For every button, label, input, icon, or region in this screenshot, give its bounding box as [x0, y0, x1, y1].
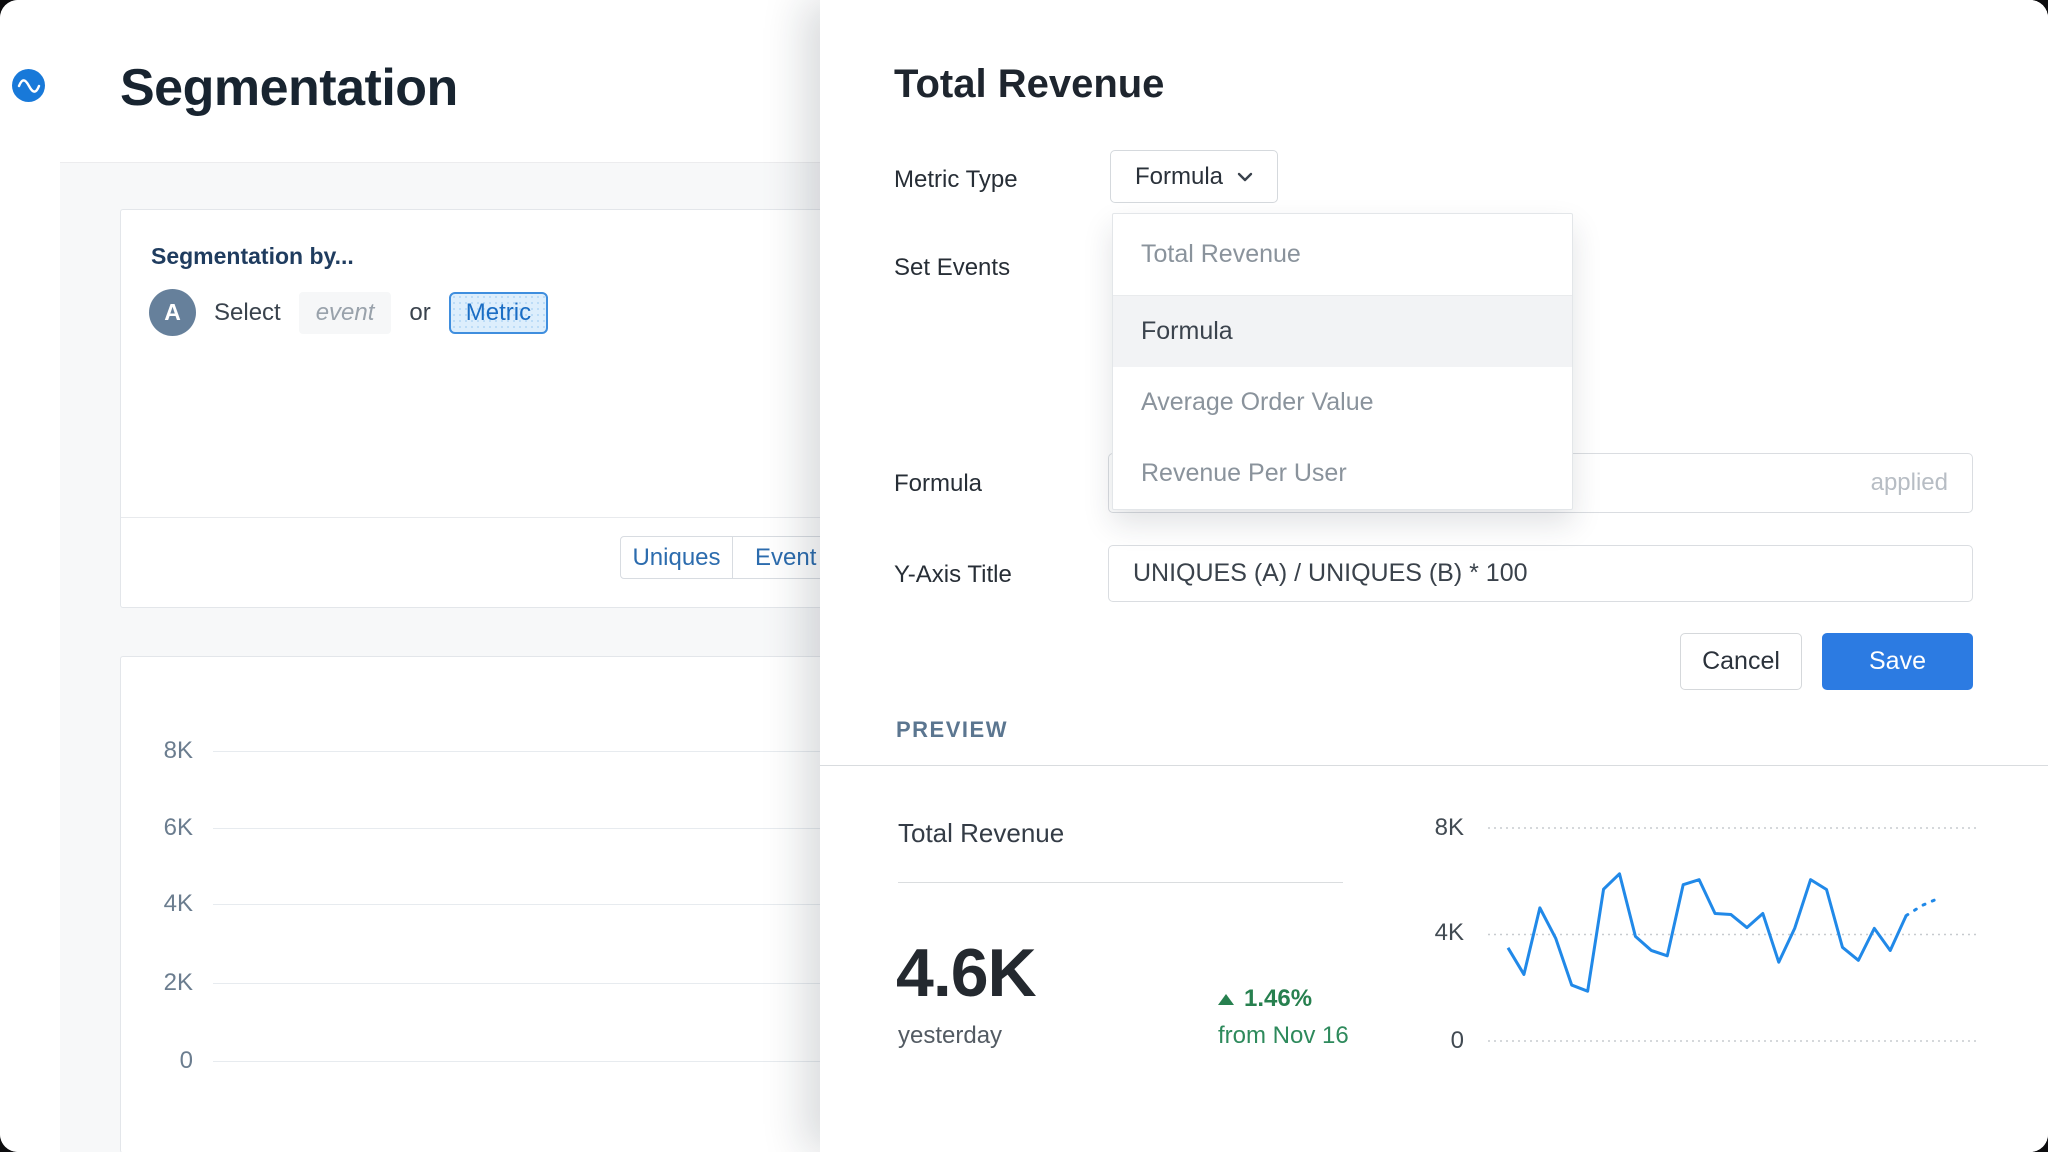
preview-big-value: 4.6K [896, 934, 1036, 1012]
segmentation-card: Segmentation by... A Select event or Met… [120, 209, 882, 608]
gridline [213, 904, 883, 905]
y-axis-title-value: UNIQUES (A) / UNIQUES (B) * 100 [1133, 559, 1528, 588]
gridline [213, 983, 883, 984]
metric-type-value: Formula [1135, 163, 1223, 191]
metric-type-menu: Total Revenue Formula Average Order Valu… [1112, 213, 1573, 510]
gridline [213, 751, 883, 752]
preview-delta-note: from Nov 16 [1218, 1022, 1349, 1050]
app-window: Segmentation Segmentation by... A Select… [0, 0, 2048, 1152]
metric-type-dropdown[interactable]: Formula [1110, 150, 1278, 203]
chevron-down-icon [1237, 172, 1253, 182]
preview-section-label: PREVIEW [896, 717, 1008, 743]
modal-title: Total Revenue [894, 62, 1164, 107]
metric-chip[interactable]: Metric [449, 292, 548, 334]
y-axis-title-input[interactable]: UNIQUES (A) / UNIQUES (B) * 100 [1108, 545, 1973, 602]
menu-option-average-order-value[interactable]: Average Order Value [1113, 367, 1572, 438]
y-tick-label: 6K [131, 814, 193, 842]
metric-type-label: Metric Type [894, 166, 1018, 194]
gridline-row: 6K [121, 814, 883, 842]
y-tick-label: 4K [131, 890, 193, 918]
spark-tick-0: 0 [1404, 1027, 1464, 1055]
gridline [213, 1061, 883, 1062]
save-button[interactable]: Save [1822, 633, 1973, 690]
gridline [213, 828, 883, 829]
tab-uniques[interactable]: Uniques [620, 536, 733, 579]
metric-editor-modal: Total Revenue Metric Type Formula Set Ev… [820, 0, 2048, 1152]
formula-label: Formula [894, 470, 982, 498]
y-tick-label: 0 [131, 1047, 193, 1075]
series-a-badge: A [149, 289, 196, 336]
event-selector-row: A Select event or Metric [149, 289, 548, 336]
y-axis-title-label: Y-Axis Title [894, 561, 1012, 589]
preview-delta: 1.46% [1218, 985, 1312, 1013]
preview-divider [820, 765, 2048, 766]
gridline-row: 0 [121, 1047, 883, 1075]
amplitude-wave-icon[interactable] [12, 69, 45, 102]
sine-wave-glyph [17, 74, 41, 98]
preview-sparkline-chart [1480, 810, 2000, 1070]
set-events-label: Set Events [894, 254, 1010, 282]
or-label: or [409, 299, 430, 327]
preview-metric-title: Total Revenue [898, 818, 1064, 849]
spark-tick-4k: 4K [1404, 919, 1464, 947]
triangle-up-icon [1218, 994, 1234, 1005]
menu-option-revenue-per-user[interactable]: Revenue Per User [1113, 438, 1572, 509]
gridline-row: 4K [121, 890, 883, 918]
cancel-button[interactable]: Cancel [1680, 633, 1802, 690]
preview-period-label: yesterday [898, 1022, 1002, 1050]
gridline-row: 8K [121, 737, 883, 765]
page-title: Segmentation [120, 58, 458, 118]
gridline-row: 2K [121, 969, 883, 997]
preview-metric-underline [898, 882, 1343, 883]
preview-delta-value: 1.46% [1244, 985, 1312, 1013]
segmentation-chart-card: 8K 6K 4K 2K 0 [120, 656, 882, 1152]
formula-applied-status: applied [1871, 469, 1948, 497]
menu-option-formula[interactable]: Formula [1113, 296, 1572, 367]
y-tick-label: 8K [131, 737, 193, 765]
y-tick-label: 2K [131, 969, 193, 997]
menu-option-total-revenue[interactable]: Total Revenue [1113, 214, 1572, 296]
select-label: Select [214, 299, 281, 327]
left-rail [0, 0, 60, 1152]
spark-tick-8k: 8K [1404, 814, 1464, 842]
event-chip[interactable]: event [299, 292, 392, 334]
segmentation-card-heading: Segmentation by... [151, 243, 354, 270]
